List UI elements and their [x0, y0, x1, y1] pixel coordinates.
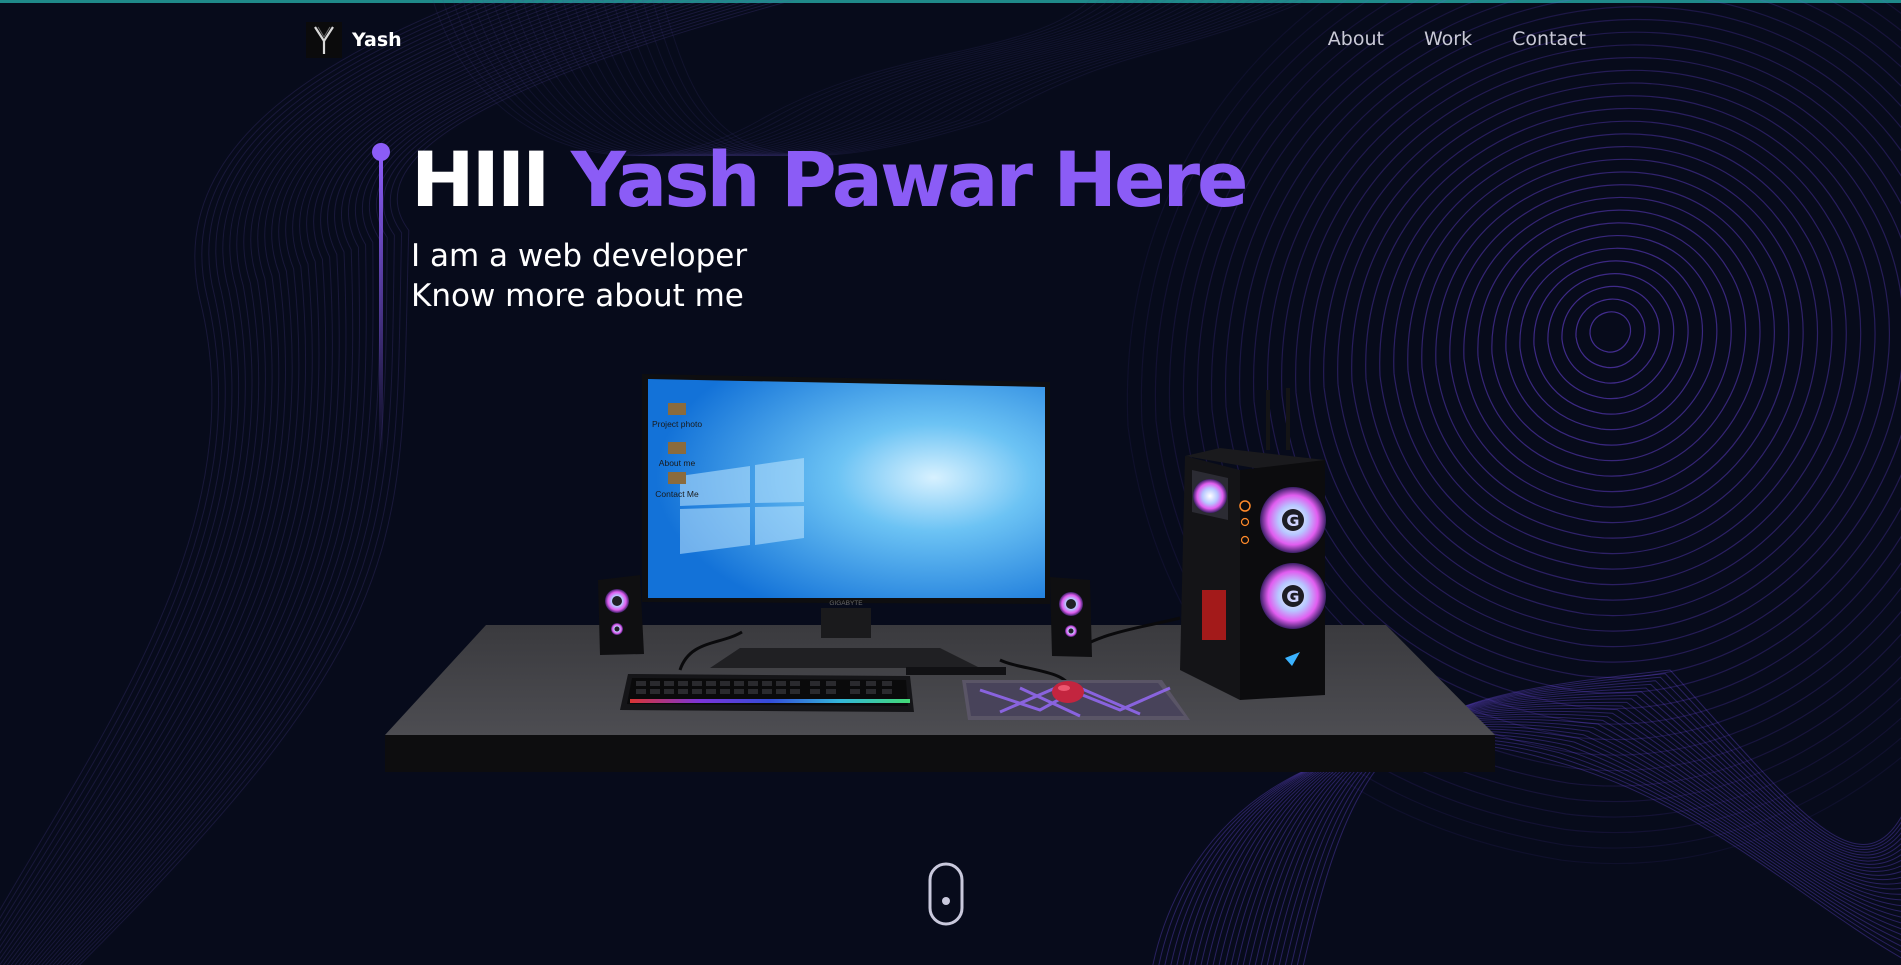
desk-top [385, 625, 1495, 735]
desktop-icon-label: Contact Me [655, 489, 699, 499]
navbar: Yash About Work Contact [0, 0, 1901, 84]
brand-name: Yash [352, 29, 402, 51]
nav-about[interactable]: About [1328, 28, 1384, 50]
desk-edge [385, 735, 1495, 772]
svg-text:G: G [1286, 511, 1299, 530]
hero-title: HIII Yash Pawar Here [411, 140, 1249, 220]
nav-links: About Work Contact [1328, 28, 1586, 50]
mouse [1052, 681, 1084, 703]
hero-name: Yash Pawar Here [570, 135, 1249, 224]
hero-line-more[interactable]: Know more about me [411, 276, 747, 316]
svg-text:G: G [1286, 587, 1299, 606]
desktop-icon-label: About me [659, 458, 696, 468]
hero-line-role: I am a web developer [411, 238, 748, 274]
brand-logo [306, 22, 342, 58]
page: Yash About Work Contact HIII Yash Pawar … [0, 0, 1901, 965]
hero-subtitle: I am a web developer Know more about me [411, 236, 747, 316]
right-speaker [1050, 577, 1092, 657]
desk-scene[interactable]: Project photo About me Contact Me GIGABY… [380, 370, 1510, 780]
pc-tower: G G [1180, 388, 1326, 700]
case-fan [1193, 479, 1227, 513]
desktop-icon-label: Project photo [652, 419, 702, 429]
monitor-brand: GIGABYTE [829, 600, 863, 607]
hero-greeting: HIII [411, 135, 550, 224]
mouse-scroll-icon[interactable] [928, 862, 964, 926]
nav-work[interactable]: Work [1424, 28, 1472, 50]
nav-contact[interactable]: Contact [1512, 28, 1586, 50]
brand[interactable]: Yash [306, 22, 402, 58]
keyboard [620, 674, 914, 712]
left-speaker [598, 575, 644, 655]
logo-y-icon [306, 22, 342, 58]
